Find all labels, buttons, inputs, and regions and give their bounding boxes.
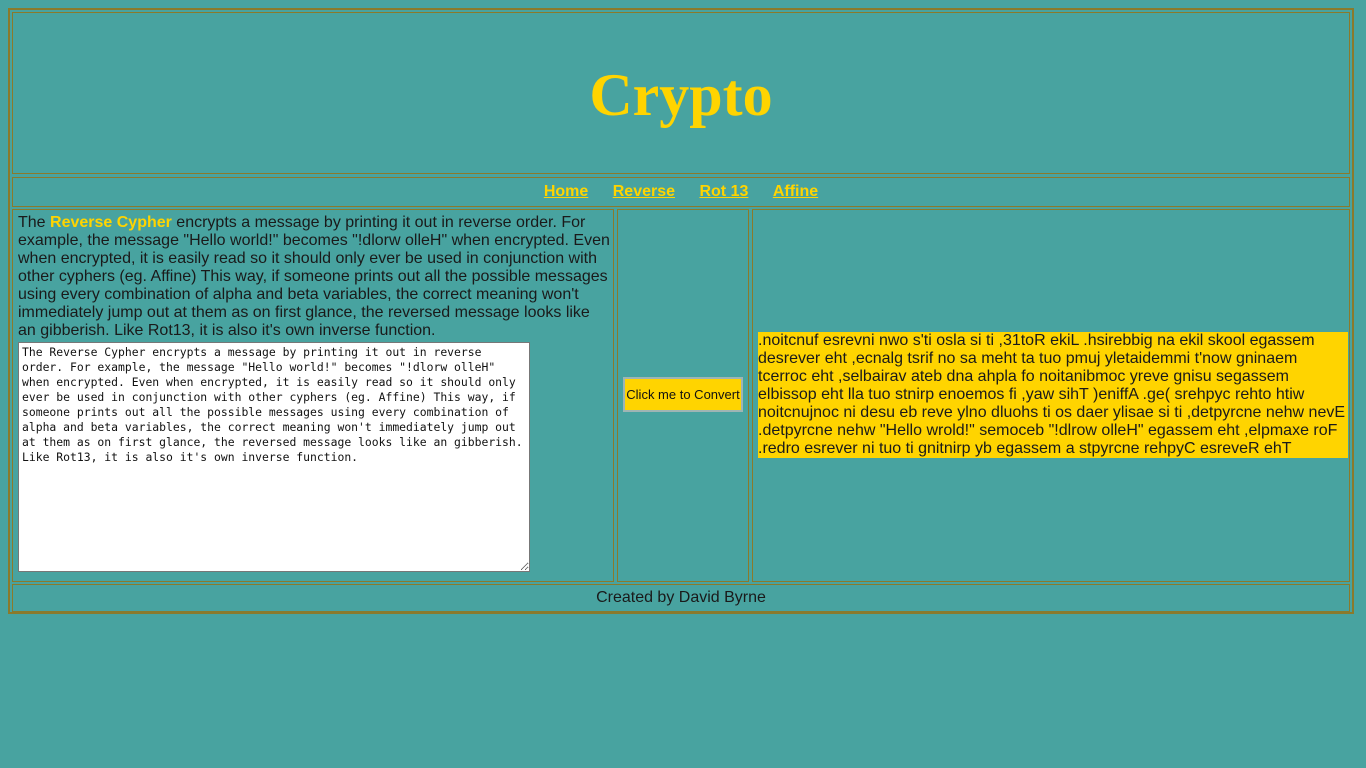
converted-output: .noitcnuf esrevni nwo s'ti osla si ti ,3… <box>758 332 1348 458</box>
nav-link-reverse[interactable]: Reverse <box>613 183 675 200</box>
output-line: desrever eht ,ecnalg tsrif no sa meht ta… <box>758 350 1298 367</box>
output-panel: .noitcnuf esrevni nwo s'ti osla si ti ,3… <box>752 209 1350 582</box>
input-panel: The Reverse Cypher encrypts a message by… <box>12 209 614 582</box>
cypher-name-highlight: Reverse Cypher <box>50 214 172 231</box>
action-panel: Click me to Convert <box>617 209 749 582</box>
nav-link-rot13[interactable]: Rot 13 <box>699 183 748 200</box>
nav-link-home[interactable]: Home <box>544 183 588 200</box>
output-line: .redro esrever ni tuo ti gnitnirp yb ega… <box>758 440 1292 457</box>
cypher-description: The Reverse Cypher encrypts a message by… <box>18 214 610 340</box>
message-input[interactable]: The Reverse Cypher encrypts a message by… <box>18 342 530 572</box>
output-line: .detpyrcne nehw "Hello wrold!" semoceb "… <box>758 422 1338 439</box>
convert-button[interactable]: Click me to Convert <box>623 377 743 412</box>
output-line: tcerroc eht ,selbairav ateb dna ahpla fo… <box>758 368 1289 385</box>
nav-link-affine[interactable]: Affine <box>773 183 818 200</box>
footer: Created by David Byrne <box>12 584 1350 612</box>
output-line: noitcnujnoc ni desu eb reve ylno dluohs … <box>758 404 1346 421</box>
nav-links: Home Reverse Rot 13 Affine <box>13 182 1349 202</box>
page-title: Crypto <box>589 62 773 128</box>
header: Crypto <box>12 12 1350 174</box>
page-frame: Crypto Home Reverse Rot 13 Affine The Re… <box>8 8 1354 614</box>
description-body: encrypts a message by printing it out in… <box>18 214 610 339</box>
output-line: .noitcnuf esrevni nwo s'ti osla si ti ,3… <box>758 332 1315 349</box>
description-prefix: The <box>18 214 51 231</box>
output-line: elbissop eht lla tuo stnirp enoemos fi ,… <box>758 386 1305 403</box>
nav-bar: Home Reverse Rot 13 Affine <box>12 177 1350 207</box>
footer-credit: Created by David Byrne <box>596 589 766 606</box>
